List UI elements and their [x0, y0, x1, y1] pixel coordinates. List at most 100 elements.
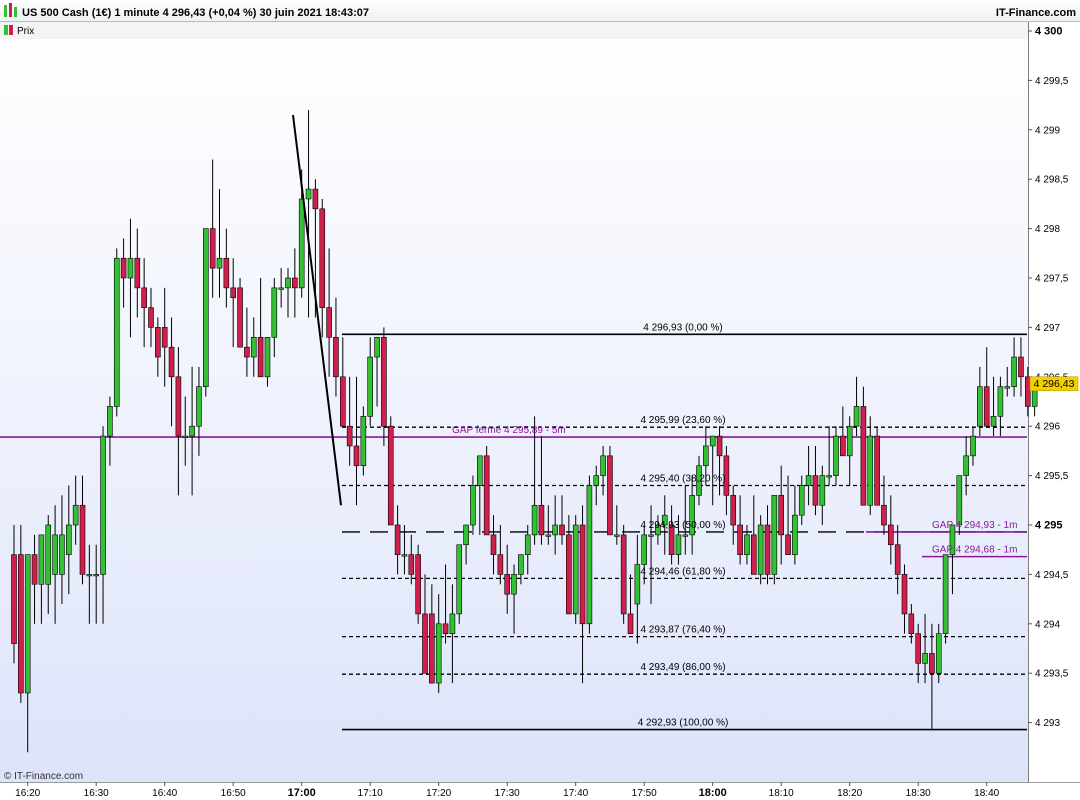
candle-body [449, 613, 456, 634]
candle [476, 455, 483, 535]
y-tick-label: 4 294 [1035, 619, 1060, 630]
candle-body [161, 327, 168, 348]
y-tick-label: 4 297 [1035, 323, 1060, 334]
x-tick-label: 17:10 [358, 788, 383, 799]
candle-body [59, 534, 65, 575]
candle [86, 544, 93, 624]
candle [209, 159, 216, 298]
candle-body [223, 257, 230, 289]
candle-body [716, 435, 723, 457]
candle-body [613, 534, 620, 537]
candle [319, 198, 326, 338]
candle [613, 505, 620, 545]
candle [237, 278, 243, 348]
candle-body [634, 564, 641, 605]
candle [45, 515, 52, 614]
candle [764, 505, 771, 585]
candle [59, 495, 65, 605]
candle [155, 317, 161, 377]
candle-body [894, 544, 901, 575]
candle-body [155, 327, 161, 358]
candle-body [52, 534, 58, 575]
fib-level-label: 4 296,93 (0,00 %) [643, 322, 723, 333]
legend-label-prix[interactable]: Prix [17, 26, 34, 37]
candle-body [970, 435, 976, 457]
candle [826, 426, 832, 486]
candle [593, 465, 600, 506]
candle [305, 110, 312, 318]
x-tick-label: 17:50 [632, 788, 657, 799]
candle [107, 396, 113, 466]
trendline[interactable] [292, 114, 342, 506]
candle [1018, 337, 1024, 397]
candle-body [456, 544, 463, 615]
last-price-tag: 4 296,43 [1029, 376, 1079, 391]
candle [607, 445, 613, 536]
candle [490, 515, 497, 575]
candle-body [881, 504, 887, 526]
candle [538, 436, 545, 545]
candle [387, 416, 394, 526]
candle-body [511, 574, 517, 595]
candle [504, 544, 511, 614]
candle [949, 524, 956, 595]
candle-body [66, 524, 72, 555]
x-tick-label: 17:40 [563, 788, 588, 799]
candle [360, 406, 367, 476]
candle-body [429, 613, 435, 684]
candle [511, 564, 517, 634]
candlestick-chart[interactable]: 4 296,93 (0,00 %) 4 295,99 (23,60 %) 4 295… [0, 0, 1080, 800]
x-tick-label: 18:40 [974, 788, 999, 799]
candle [223, 228, 230, 308]
candle [285, 268, 291, 318]
candle-body [257, 336, 264, 378]
candle-body [737, 524, 743, 555]
swing-trendline[interactable] [292, 114, 342, 506]
candle [771, 495, 778, 585]
candle-body [285, 277, 291, 289]
chart-title: US 500 Cash (1€) 1 minute 4 296,43 (+0,0… [22, 7, 369, 19]
candle-body [250, 336, 257, 358]
candle-body [86, 574, 93, 577]
candle-body [846, 425, 853, 457]
candle [929, 623, 935, 730]
candlestick-icon [4, 25, 13, 35]
fib-level-label: 4 292,93 (100,00 %) [638, 718, 729, 729]
candle [634, 534, 641, 644]
candle-body [415, 554, 421, 615]
candle [422, 574, 428, 674]
candle-body [771, 495, 778, 575]
fib-level-label: 4 295,99 (23,60 %) [640, 415, 725, 426]
x-tick-label: 18:20 [837, 788, 862, 799]
x-tick-label: 18:00 [699, 787, 727, 799]
candle-body [860, 406, 867, 506]
candle-body [792, 514, 798, 555]
candle-body [627, 613, 634, 634]
candle [72, 475, 79, 545]
candle-body [470, 485, 476, 526]
candle [840, 406, 846, 457]
y-tick-label: 4 298,5 [1035, 175, 1069, 186]
y-tick-label: 4 293 [1035, 718, 1060, 729]
y-tick-label: 4 294,5 [1035, 570, 1069, 581]
candle-body [326, 307, 332, 338]
candle [93, 544, 99, 624]
gap-label: GAP fermé 4 295,89 - 5m [452, 425, 566, 436]
candle [470, 475, 476, 535]
candle-body [867, 435, 874, 506]
candle [600, 445, 606, 496]
candle-body [518, 554, 524, 575]
candle-body [963, 455, 969, 476]
candle-body [497, 554, 504, 575]
candle-body [305, 188, 312, 200]
candle [264, 336, 271, 387]
candle [881, 475, 887, 535]
candle-body [292, 277, 298, 289]
candle [161, 287, 168, 387]
candle [846, 416, 853, 486]
candle [552, 495, 558, 555]
candle-body [997, 386, 1004, 417]
candle [778, 465, 785, 565]
candle [559, 495, 565, 545]
candle [11, 525, 17, 664]
